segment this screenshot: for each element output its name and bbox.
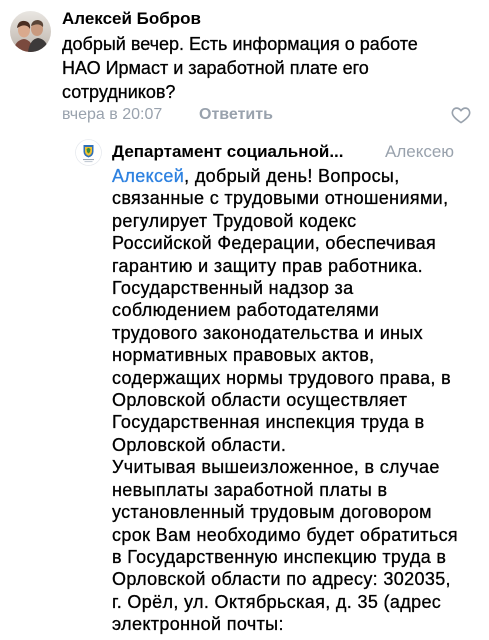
reply-text-line: регулирует Трудовой кодекс xyxy=(112,210,357,231)
reply-text-line: Орловской области осуществляет xyxy=(112,390,408,411)
comment-text-line: добрый вечер. Есть информация о работе xyxy=(62,34,418,54)
reply-text-line: Государственная инспекция труда в xyxy=(112,412,425,433)
department-avatar[interactable] xyxy=(75,139,102,166)
reply-text-line: Орловской области. xyxy=(112,434,287,455)
reply-button[interactable]: Ответить xyxy=(199,104,273,126)
comment-text-line: НАО Ирмаст и заработной плате его xyxy=(62,58,369,78)
reply-text-line: гарантию и защиту прав работника. xyxy=(112,255,423,276)
reply-text-line: трудового законодательства и иных xyxy=(112,322,424,343)
reply-text-line: связанные с трудовыми отношениями, xyxy=(112,188,449,209)
user-avatar[interactable] xyxy=(10,11,51,52)
reply-text-line: Алексей, добрый день! Вопросы, xyxy=(112,165,458,187)
comment-text: добрый вечер. Есть информация о работе Н… xyxy=(62,32,418,104)
reply-text-line: Государственный надзор за xyxy=(112,278,354,299)
reply-text-line: в Государственную инспекцию труда в xyxy=(112,546,447,567)
department-emblem-icon xyxy=(75,139,102,166)
comment-text-line: сотрудников? xyxy=(62,82,176,102)
reply-text-line: содержащих нормы трудового права, в xyxy=(112,367,452,388)
reply-text-line: Учитывая вышеизложенное, в случае xyxy=(112,457,440,478)
reply-text-line: срок Вам необходимо будет обратиться xyxy=(112,524,459,545)
reply-text: Алексей, добрый день! Вопросы, связанные… xyxy=(112,165,458,636)
reply-to-link[interactable]: Алексею xyxy=(385,141,454,163)
comment-timestamp: вчера в 20:07 xyxy=(62,106,163,123)
reply-text-line: электронной почты: xyxy=(112,614,284,635)
reply-text-line: установленный трудовым договором xyxy=(112,502,432,523)
reply-text-fragment: , добрый день! Вопросы, xyxy=(184,166,400,186)
reply-text-line: соблюдением работодателями xyxy=(112,300,380,321)
reply-author-name[interactable]: Департамент социальной... xyxy=(112,141,344,163)
user-photo-icon xyxy=(10,11,51,52)
reply-text-line: нормативных правовых актов, xyxy=(112,345,375,366)
reply-text-line: Орловской области по адресу: 302035, xyxy=(112,569,451,590)
reply-text-line: Российской Федерации, обеспечивая xyxy=(112,233,437,254)
comment-author-name[interactable]: Алексей Бобров xyxy=(62,8,201,30)
heart-icon[interactable] xyxy=(451,106,471,124)
reply-text-line: г. Орёл, ул. Октябрьская, д. 35 (адрес xyxy=(112,591,442,612)
mention-link[interactable]: Алексей xyxy=(112,166,184,186)
reply-text-line: невыплаты заработной платы в xyxy=(112,479,388,500)
